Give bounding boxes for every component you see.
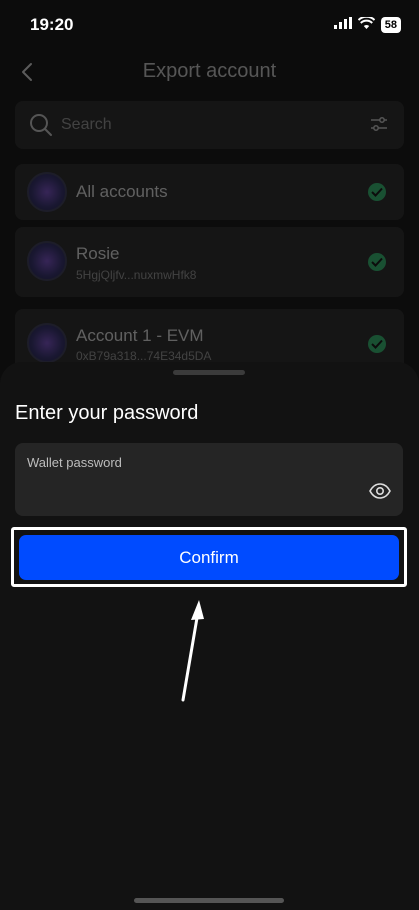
password-input[interactable]	[27, 479, 347, 505]
search-box[interactable]	[15, 101, 404, 149]
pointer-arrow-icon	[181, 600, 204, 702]
eye-icon[interactable]	[369, 483, 391, 504]
search-icon	[29, 113, 53, 142]
account-name: All accounts	[76, 182, 168, 201]
avatar	[27, 172, 67, 212]
account-item-all[interactable]: All accounts	[15, 164, 404, 220]
check-icon	[368, 183, 386, 201]
header: Export account	[0, 52, 419, 92]
confirm-button[interactable]: Confirm	[19, 535, 399, 580]
password-label: Wallet password	[27, 455, 122, 470]
account-name: Rosie	[76, 244, 120, 263]
search-input[interactable]	[61, 114, 341, 136]
sheet-title: Enter your password	[15, 402, 199, 424]
drag-handle[interactable]	[173, 370, 245, 375]
account-address: 0xB79a318...74E34d5DA	[76, 349, 212, 363]
home-indicator	[134, 898, 284, 903]
account-name: Account 1 - EVM	[76, 326, 204, 345]
password-field[interactable]: Wallet password	[15, 443, 403, 516]
filter-icon[interactable]	[370, 115, 388, 138]
account-address: 5HgjQljfv...nuxmwHfk8	[76, 268, 197, 282]
check-icon	[368, 253, 386, 271]
check-icon	[368, 335, 386, 353]
account-item-rosie[interactable]: Rosie 5HgjQljfv...nuxmwHfk8	[15, 227, 404, 297]
confirm-highlight: Confirm	[11, 527, 407, 587]
avatar	[27, 323, 67, 363]
page-title: Export account	[142, 60, 277, 82]
avatar	[27, 241, 67, 281]
